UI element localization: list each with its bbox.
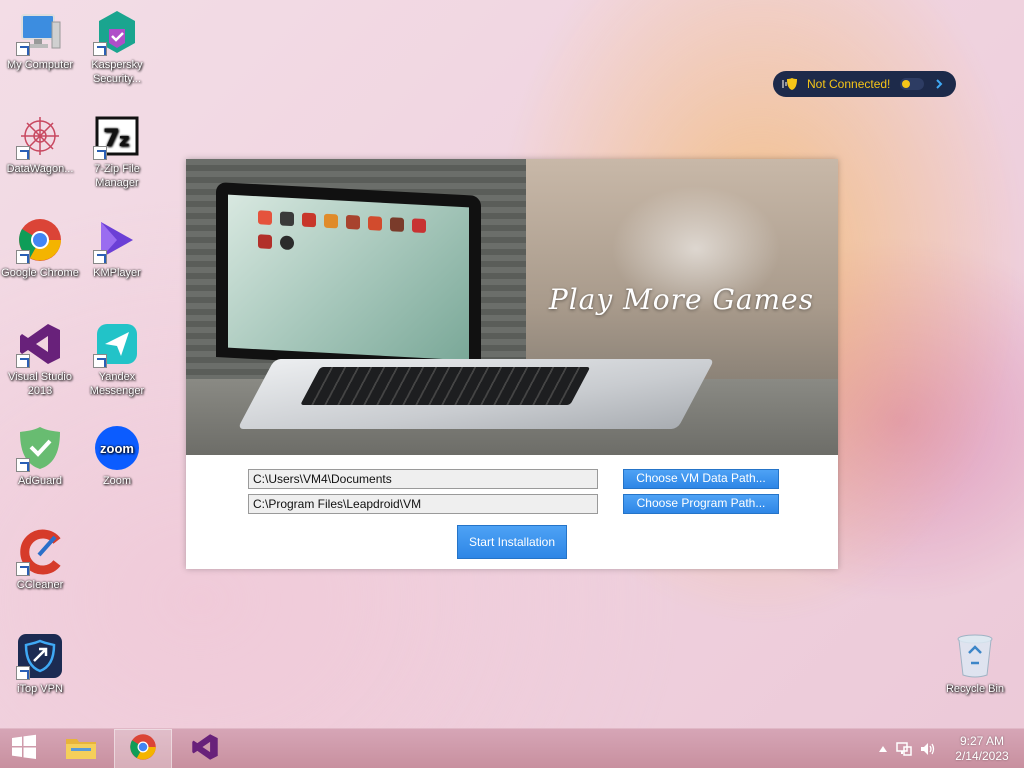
network-icon[interactable] — [892, 741, 916, 757]
desktop-icon-label: My Computer — [6, 59, 74, 71]
taskbar-google-chrome[interactable] — [114, 729, 172, 768]
7zip-icon: 7z — [93, 112, 141, 160]
desktop-icon-label: DataWagon... — [6, 163, 74, 175]
itop-vpn-icon — [16, 632, 64, 680]
laptop-keyboard-base — [237, 359, 715, 429]
svg-text:z: z — [119, 130, 129, 151]
desktop-icon-yandex-messenger[interactable]: Yandex Messenger — [77, 320, 157, 398]
svg-text:zoom: zoom — [100, 441, 134, 456]
desktop-icon-datawagon[interactable]: DataWagon... — [0, 112, 80, 176]
desktop-icon-label: Yandex Messenger — [89, 371, 145, 397]
desktop-icon-label: Google Chrome — [1, 267, 79, 279]
volume-icon[interactable] — [916, 741, 940, 757]
laptop-keyboard — [300, 367, 591, 405]
desktop-icon-google-chrome[interactable]: Google Chrome — [0, 216, 80, 280]
clock-time: 9:27 AM — [959, 734, 1005, 748]
app-icon — [412, 218, 426, 234]
app-icon — [258, 234, 272, 249]
system-tray: 9:27 AM 2/14/2023 — [874, 729, 1024, 768]
vpn-status-widget[interactable]: Not Connected! — [773, 71, 956, 97]
desktop-icon-label: KMPlayer — [93, 267, 141, 279]
visual-studio-icon — [16, 320, 64, 368]
app-icon — [324, 213, 338, 229]
desktop-icon-my-computer[interactable]: My Computer — [0, 8, 80, 72]
chevron-right-icon[interactable] — [934, 79, 944, 89]
adguard-shield-icon — [16, 424, 64, 472]
app-icon — [280, 211, 294, 227]
laptop-display — [228, 194, 469, 361]
desktop-icon-7zip[interactable]: 7z 7-Zip File Manager — [77, 112, 157, 190]
yandex-messenger-icon — [93, 320, 141, 368]
file-explorer-icon — [65, 733, 97, 765]
desktop-icon-zoom[interactable]: zoom Zoom — [77, 424, 157, 488]
desktop-icon-visual-studio[interactable]: Visual Studio 2013 — [0, 320, 80, 398]
program-path-row: C:\Program Files\Leapdroid\VM Choose Pro… — [248, 494, 779, 514]
desktop-icon-label: CCleaner — [16, 579, 64, 591]
desktop-icon-ccleaner[interactable]: CCleaner — [0, 528, 80, 592]
datawagon-icon — [16, 112, 64, 160]
chrome-icon — [129, 733, 157, 765]
ccleaner-icon — [16, 528, 64, 576]
desktop-icon-label: Recycle Bin — [945, 683, 1005, 695]
vm-data-path-row: C:\Users\VM4\Documents Choose VM Data Pa… — [248, 469, 779, 489]
desktop-icon-kaspersky[interactable]: Kaspersky Security... — [77, 8, 157, 86]
desktop-icon-label: Visual Studio 2013 — [7, 371, 72, 397]
zoom-icon: zoom — [93, 424, 141, 472]
help-app-icon — [280, 235, 294, 251]
desktop-icon-label: Kaspersky Security... — [91, 59, 143, 85]
taskbar-file-explorer[interactable] — [56, 729, 106, 768]
app-icon — [346, 214, 360, 230]
leapdroid-installer-window: Play More Games C:\Users\VM4\Documents C… — [186, 159, 838, 569]
banner-tagline: Play More Games — [548, 283, 814, 316]
app-icon — [258, 210, 272, 225]
recycle-bin-icon — [951, 632, 999, 680]
start-button[interactable] — [0, 729, 48, 768]
show-hidden-icons-icon[interactable] — [874, 746, 892, 752]
start-installation-button[interactable]: Start Installation — [457, 525, 567, 559]
program-path-field[interactable]: C:\Program Files\Leapdroid\VM — [248, 494, 598, 514]
desktop-icon-label: 7-Zip File Manager — [94, 163, 140, 189]
desktop-icon-label: iTop VPN — [17, 683, 63, 695]
laptop-illustration — [216, 182, 481, 371]
desktop-icon-kmplayer[interactable]: KMPlayer — [77, 216, 157, 280]
vpn-connect-toggle[interactable] — [900, 78, 925, 90]
desktop-icon-label: Zoom — [102, 475, 132, 487]
app-icon — [302, 212, 316, 228]
choose-vm-data-path-button[interactable]: Choose VM Data Path... — [623, 469, 779, 489]
taskbar-visual-studio[interactable] — [180, 729, 230, 768]
clock-date: 2/14/2023 — [955, 749, 1009, 763]
taskbar-clock[interactable]: 9:27 AM 2/14/2023 — [940, 734, 1024, 764]
computer-icon — [16, 8, 64, 56]
installer-banner: Play More Games — [186, 159, 838, 455]
kaspersky-shield-icon — [93, 8, 141, 56]
choose-program-path-button[interactable]: Choose Program Path... — [623, 494, 779, 514]
app-icon — [390, 217, 404, 232]
app-icon — [368, 216, 382, 231]
vpn-status-text: Not Connected! — [807, 77, 891, 91]
desktop-icon-label: AdGuard — [17, 475, 63, 487]
desktop-icon-adguard[interactable]: AdGuard — [0, 424, 80, 488]
desktop-icon-recycle-bin[interactable]: Recycle Bin — [935, 632, 1015, 696]
vm-data-path-field[interactable]: C:\Users\VM4\Documents — [248, 469, 598, 489]
kmplayer-icon — [93, 216, 141, 264]
desktop-icon-itop-vpn[interactable]: iTop VPN — [0, 632, 80, 696]
taskbar: 9:27 AM 2/14/2023 — [0, 728, 1024, 768]
windows-logo-icon — [11, 734, 37, 764]
visual-studio-icon — [191, 733, 219, 765]
vpn-signal-shield-icon — [781, 76, 801, 92]
chrome-icon — [16, 216, 64, 264]
